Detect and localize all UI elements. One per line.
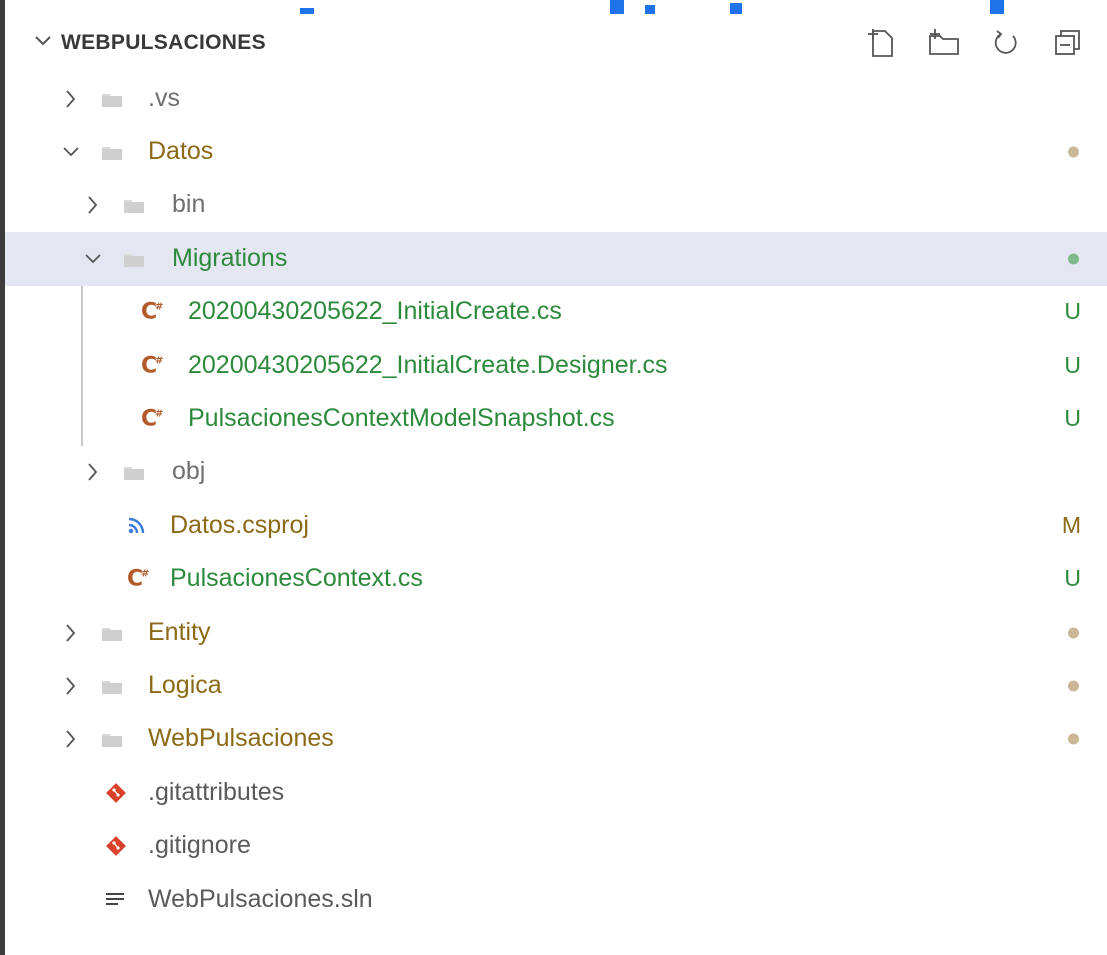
git-icon (105, 835, 127, 857)
git-change-dot (1068, 253, 1079, 265)
text-lines-icon (105, 891, 125, 909)
tree-folder-row[interactable]: Logica (5, 659, 1107, 712)
tree-file-row[interactable]: C # PulsacionesContext.cs U (5, 553, 1107, 606)
tree-file-row[interactable]: C # PulsacionesContextModelSnapshot.cs U (5, 392, 1107, 445)
git-change-dot (1068, 627, 1079, 639)
tree-file-row[interactable]: .gitignore (5, 819, 1107, 872)
new-file-icon[interactable] (865, 26, 899, 60)
chevron-right-icon[interactable] (60, 622, 82, 644)
folder-icon (101, 143, 123, 161)
csharp-file-icon: C # (141, 406, 164, 432)
git-status-badge: U (1064, 404, 1081, 431)
tree-folder-row[interactable]: Migrations (5, 232, 1107, 286)
explorer-actions (865, 26, 1085, 60)
git-status-badge: U (1064, 565, 1081, 592)
folder-icon (123, 196, 145, 214)
tree-item-label: .gitattributes (148, 777, 285, 806)
tree-item-label: .vs (148, 83, 180, 112)
tree-folder-row[interactable]: obj (5, 446, 1107, 499)
rss-icon (127, 517, 145, 535)
chevron-down-icon[interactable] (82, 248, 104, 270)
tree-item-label: PulsacionesContextModelSnapshot.cs (188, 403, 615, 432)
tree-folder-row[interactable]: Datos (5, 125, 1107, 178)
git-icon (105, 782, 127, 804)
explorer-panel: WEBPULSACIONES .vs Datos bin Migrations … (5, 14, 1107, 955)
folder-icon (123, 463, 145, 481)
explorer-section-header[interactable]: WEBPULSACIONES (5, 14, 1107, 72)
tree-item-label: PulsacionesContext.cs (170, 564, 423, 593)
folder-icon (101, 90, 123, 108)
git-change-dot (1068, 680, 1079, 692)
git-change-dot (1068, 146, 1079, 158)
tree-folder-row[interactable]: WebPulsaciones (5, 713, 1107, 766)
tree-item-label: 20200430205622_InitialCreate.cs (188, 297, 562, 326)
refresh-icon[interactable] (989, 26, 1023, 60)
tree-item-label: 20200430205622_InitialCreate.Designer.cs (188, 350, 668, 379)
tree-file-row[interactable]: Datos.csproj M (5, 499, 1107, 552)
tree-item-label: Migrations (172, 243, 288, 272)
tree-file-row[interactable]: WebPulsaciones.sln (5, 873, 1107, 926)
chevron-down-icon (35, 36, 51, 46)
tree-item-label: Datos.csproj (170, 510, 309, 539)
chevron-down-icon[interactable] (60, 141, 82, 163)
tree-item-label: Entity (148, 617, 211, 646)
folder-icon (101, 677, 123, 695)
chevron-right-icon[interactable] (60, 675, 82, 697)
tree-file-row[interactable]: C # 20200430205622_InitialCreate.Designer.… (5, 339, 1107, 392)
tree-item-label: Logica (148, 670, 222, 699)
tree-item-label: WebPulsaciones (148, 724, 334, 753)
folder-icon (101, 730, 123, 748)
tree-folder-row[interactable]: .vs (5, 72, 1107, 125)
folder-icon (123, 250, 145, 268)
tree-item-label: .gitignore (148, 831, 251, 860)
clipped-header-fragment (290, 0, 1030, 14)
tree-item-label: obj (172, 457, 206, 486)
collapse-all-icon[interactable] (1051, 26, 1085, 60)
tree-file-row[interactable]: .gitattributes (5, 766, 1107, 819)
explorer-title: WEBPULSACIONES (61, 31, 266, 54)
new-folder-icon[interactable] (927, 26, 961, 60)
chevron-right-icon[interactable] (82, 461, 104, 483)
tree-file-row[interactable]: C # 20200430205622_InitialCreate.cs U (5, 286, 1107, 339)
git-status-badge: U (1064, 351, 1081, 378)
tree-folder-row[interactable]: bin (5, 179, 1107, 232)
tree-item-label: Datos (148, 136, 214, 165)
csharp-file-icon: C # (127, 566, 150, 592)
git-change-dot (1068, 733, 1079, 745)
git-status-badge: M (1061, 511, 1081, 538)
csharp-file-icon: C # (141, 299, 164, 325)
chevron-right-icon[interactable] (60, 88, 82, 110)
chevron-right-icon[interactable] (60, 728, 82, 750)
folder-icon (101, 624, 123, 642)
csharp-file-icon: C # (141, 353, 164, 379)
tree-folder-row[interactable]: Entity (5, 606, 1107, 659)
git-status-badge: U (1064, 298, 1081, 325)
file-tree: .vs Datos bin Migrations C # 20200430205622_In… (5, 72, 1107, 926)
tree-item-label: WebPulsaciones.sln (148, 884, 373, 913)
chevron-right-icon[interactable] (82, 194, 104, 216)
tree-item-label: bin (172, 190, 206, 219)
indent-guide (81, 285, 83, 446)
